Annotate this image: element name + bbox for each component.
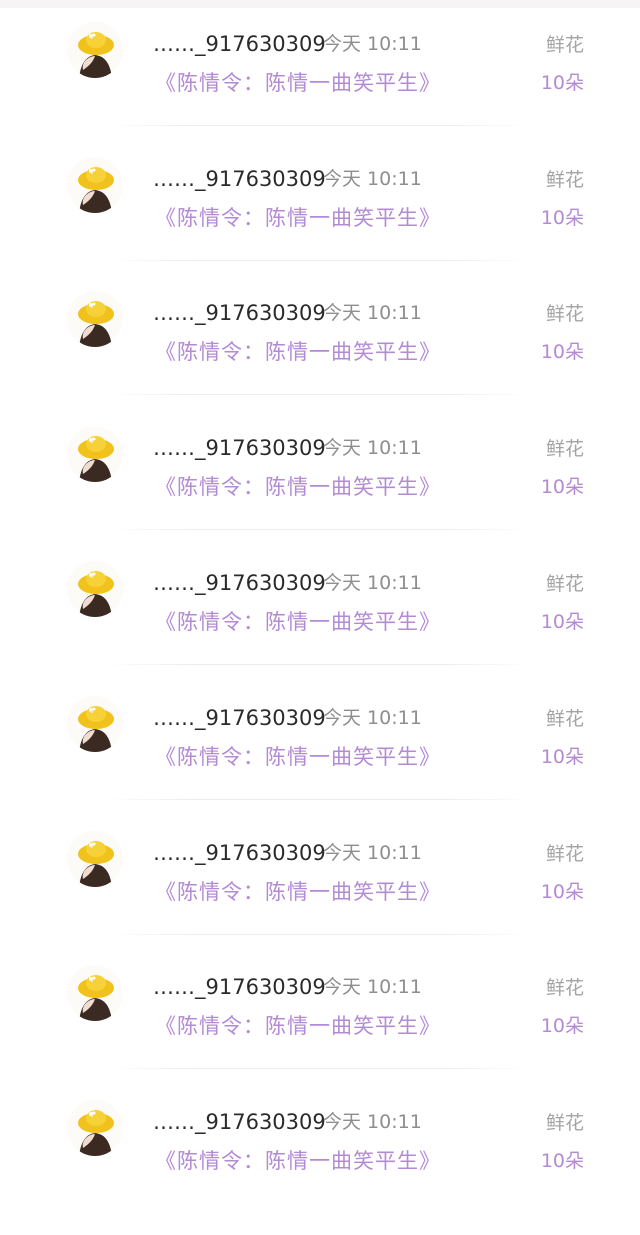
gift-count: 10朵 [540, 1015, 584, 1037]
girl-yellow-hat-avatar-icon [67, 291, 123, 347]
gift-name: 鲜花 [545, 34, 584, 56]
row-divider [108, 664, 528, 665]
username: ……_917630309 [153, 32, 326, 56]
row-divider [108, 529, 528, 530]
user-avatar[interactable] [67, 22, 123, 78]
book-title-link[interactable]: 《陈情令：陈情一曲笑平生》 [155, 1148, 441, 1174]
timestamp: 今天 10:11 [323, 437, 422, 459]
row-divider [108, 125, 528, 126]
gift-count: 10朵 [540, 1150, 584, 1172]
user-avatar[interactable] [67, 157, 123, 213]
row-divider [108, 394, 528, 395]
user-avatar[interactable] [67, 696, 123, 752]
girl-yellow-hat-avatar-icon [67, 22, 123, 78]
gift-name: 鲜花 [545, 1112, 584, 1134]
book-title-link[interactable]: 《陈情令：陈情一曲笑平生》 [155, 744, 441, 770]
book-title-link[interactable]: 《陈情令：陈情一曲笑平生》 [155, 339, 441, 365]
user-avatar[interactable] [67, 426, 123, 482]
girl-yellow-hat-avatar-icon [67, 965, 123, 1021]
gift-record-row[interactable]: ……_917630309 今天 10:11 《陈情令：陈情一曲笑平生》 鲜花 1… [0, 157, 640, 292]
gift-count: 10朵 [540, 476, 584, 498]
gift-record-row[interactable]: ……_917630309 今天 10:11 《陈情令：陈情一曲笑平生》 鲜花 1… [0, 965, 640, 1100]
book-title-link[interactable]: 《陈情令：陈情一曲笑平生》 [155, 70, 441, 96]
book-title-link[interactable]: 《陈情令：陈情一曲笑平生》 [155, 1013, 441, 1039]
girl-yellow-hat-avatar-icon [67, 426, 123, 482]
user-avatar[interactable] [67, 831, 123, 887]
girl-yellow-hat-avatar-icon [67, 696, 123, 752]
username: ……_917630309 [153, 167, 326, 191]
gift-record-row[interactable]: ……_917630309 今天 10:11 《陈情令：陈情一曲笑平生》 鲜花 1… [0, 291, 640, 426]
gift-record-row[interactable]: ……_917630309 今天 10:11 《陈情令：陈情一曲笑平生》 鲜花 1… [0, 831, 640, 966]
gift-count: 10朵 [540, 881, 584, 903]
book-title-link[interactable]: 《陈情令：陈情一曲笑平生》 [155, 205, 441, 231]
gift-name: 鲜花 [545, 843, 584, 865]
girl-yellow-hat-avatar-icon [67, 561, 123, 617]
username: ……_917630309 [153, 301, 326, 325]
timestamp: 今天 10:11 [323, 572, 422, 594]
gift-name: 鲜花 [545, 977, 584, 999]
top-edge-bar [0, 0, 640, 8]
gift-count: 10朵 [540, 341, 584, 363]
user-avatar[interactable] [67, 1100, 123, 1156]
username: ……_917630309 [153, 571, 326, 595]
gift-name: 鲜花 [545, 303, 584, 325]
username: ……_917630309 [153, 436, 326, 460]
book-title-link[interactable]: 《陈情令：陈情一曲笑平生》 [155, 879, 441, 905]
gift-record-row[interactable]: ……_917630309 今天 10:11 《陈情令：陈情一曲笑平生》 鲜花 1… [0, 696, 640, 831]
gift-record-row[interactable]: ……_917630309 今天 10:11 《陈情令：陈情一曲笑平生》 鲜花 1… [0, 561, 640, 696]
gift-record-row[interactable]: ……_917630309 今天 10:11 《陈情令：陈情一曲笑平生》 鲜花 1… [0, 426, 640, 561]
user-avatar[interactable] [67, 291, 123, 347]
timestamp: 今天 10:11 [323, 33, 422, 55]
row-divider [108, 260, 528, 261]
timestamp: 今天 10:11 [323, 168, 422, 190]
girl-yellow-hat-avatar-icon [67, 157, 123, 213]
row-divider [108, 799, 528, 800]
row-divider [108, 1068, 528, 1069]
gift-count: 10朵 [540, 746, 584, 768]
book-title-link[interactable]: 《陈情令：陈情一曲笑平生》 [155, 609, 441, 635]
girl-yellow-hat-avatar-icon [67, 831, 123, 887]
user-avatar[interactable] [67, 965, 123, 1021]
username: ……_917630309 [153, 706, 326, 730]
timestamp: 今天 10:11 [323, 302, 422, 324]
timestamp: 今天 10:11 [323, 842, 422, 864]
username: ……_917630309 [153, 975, 326, 999]
gift-name: 鲜花 [545, 573, 584, 595]
girl-yellow-hat-avatar-icon [67, 1100, 123, 1156]
gift-count: 10朵 [540, 611, 584, 633]
gift-count: 10朵 [540, 207, 584, 229]
username: ……_917630309 [153, 1110, 326, 1134]
gift-count: 10朵 [540, 72, 584, 94]
gift-name: 鲜花 [545, 169, 584, 191]
username: ……_917630309 [153, 841, 326, 865]
row-divider [108, 934, 528, 935]
gift-record-row[interactable]: ……_917630309 今天 10:11 《陈情令：陈情一曲笑平生》 鲜花 1… [0, 22, 640, 157]
gift-name: 鲜花 [545, 708, 584, 730]
user-avatar[interactable] [67, 561, 123, 617]
book-title-link[interactable]: 《陈情令：陈情一曲笑平生》 [155, 474, 441, 500]
timestamp: 今天 10:11 [323, 707, 422, 729]
timestamp: 今天 10:11 [323, 1111, 422, 1133]
gift-name: 鲜花 [545, 438, 584, 460]
timestamp: 今天 10:11 [323, 976, 422, 998]
gift-record-row[interactable]: ……_917630309 今天 10:11 《陈情令：陈情一曲笑平生》 鲜花 1… [0, 1100, 640, 1235]
